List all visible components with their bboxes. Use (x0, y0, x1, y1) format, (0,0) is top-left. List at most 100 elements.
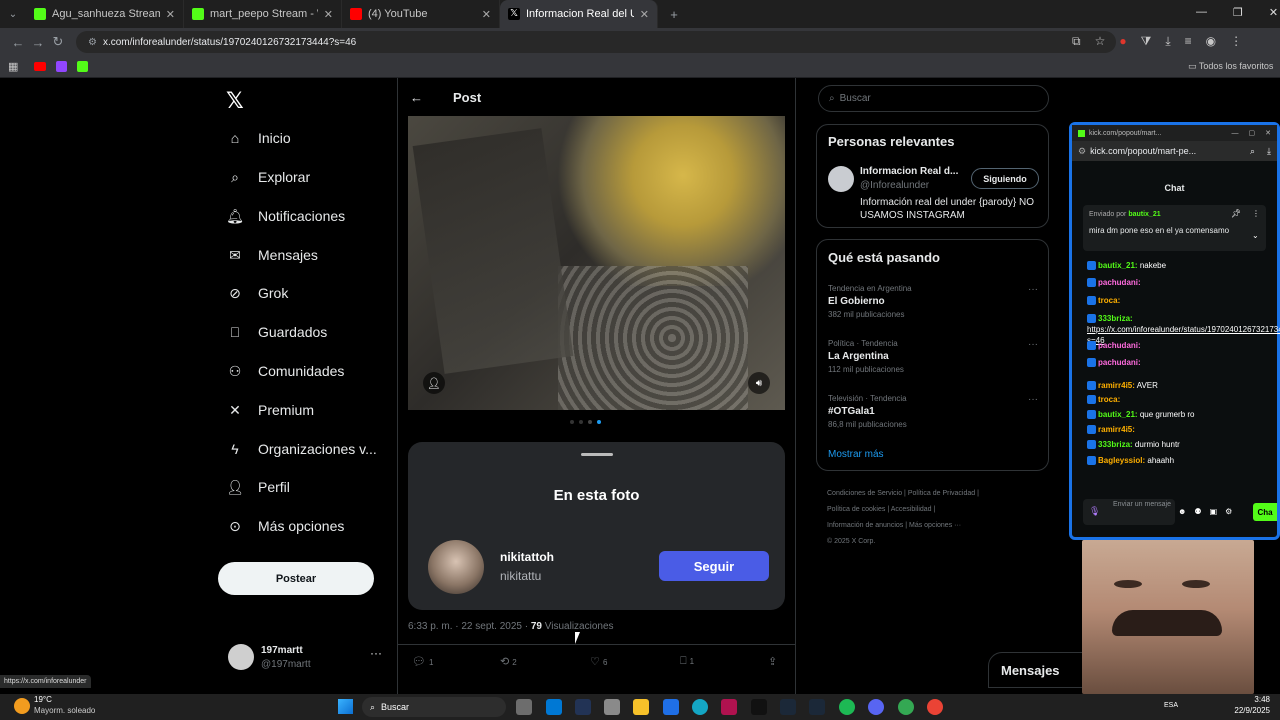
tagged-user-avatar[interactable] (428, 540, 484, 594)
footer-link[interactable]: Más opciones ··· (909, 522, 961, 529)
profile-icon[interactable]: ◉ (1206, 34, 1216, 49)
language-indicator[interactable]: ESA (1164, 702, 1178, 709)
emote-icon[interactable]: 🎙︎ (1089, 507, 1100, 516)
chat-username[interactable]: pachudani: (1098, 358, 1141, 367)
steam-icon[interactable] (780, 699, 796, 715)
taskbar-search[interactable]: ⌕ Buscar (362, 697, 506, 717)
discord-icon[interactable] (868, 699, 884, 715)
trend-item[interactable]: Tendencia en Argentina El Gobierno 382 m… (828, 284, 1038, 319)
minimize-icon[interactable]: — (1196, 6, 1207, 19)
close-tab-icon[interactable]: ✕ (482, 8, 491, 21)
nav-item-perfil[interactable]: 👤︎ Perfil (226, 478, 290, 496)
share-icon[interactable]: ⇪ (768, 655, 777, 668)
more-horizontal-icon[interactable]: ··· (370, 646, 382, 660)
chat-username[interactable]: troca: (1098, 296, 1120, 305)
show-more-link[interactable]: Mostrar más (828, 449, 884, 460)
browser-tab-4[interactable]: 𝕏 Informacion Real del Under en ✕ (500, 0, 658, 28)
steam-icon[interactable] (809, 699, 825, 715)
close-window-icon[interactable]: ✕ (1269, 6, 1278, 19)
nav-item-comunidades[interactable]: ⚇ Comunidades (226, 362, 345, 380)
emoji-icon[interactable]: ☻ (1178, 507, 1186, 516)
post-button[interactable]: Postear (218, 562, 374, 595)
twitch-bookmark-icon[interactable] (56, 61, 68, 72)
nav-item-mas-opciones[interactable]: ⊙ Más opciones (226, 517, 344, 535)
reply-button[interactable]: 💬︎ 1 (412, 655, 433, 668)
more-icon[interactable]: ··· (1028, 284, 1038, 295)
nav-item-mensajes[interactable]: ✉ Mensajes (226, 246, 318, 264)
nav-item-grok[interactable]: ⊘ Grok (226, 284, 288, 302)
browser-tab-2[interactable]: mart_peepo Stream - Watch Li ✕ (184, 0, 342, 28)
url-field[interactable]: ⚙ x.com/inforealunder/status/19702401267… (76, 31, 1116, 53)
outlook-icon[interactable] (546, 699, 562, 715)
chat-username[interactable]: troca: (1098, 395, 1120, 404)
users-icon[interactable]: ⚉ (1194, 507, 1201, 516)
chat-send-button[interactable]: Cha (1253, 503, 1277, 521)
close-tab-icon[interactable]: ✕ (324, 8, 333, 21)
download-icon[interactable]: ⤓ (1165, 34, 1170, 49)
download-icon[interactable]: ⤓ (1267, 146, 1271, 157)
settings-icon[interactable]: ⚙ (1225, 507, 1232, 516)
post-photo[interactable]: 👤︎ 🔊︎ (408, 116, 785, 410)
extensions-icon[interactable]: ⧩ (1141, 34, 1152, 49)
follow-button[interactable]: Seguir (659, 551, 769, 581)
maximize-icon[interactable]: ▢ (1249, 129, 1256, 137)
chat-username[interactable]: pachudani: (1098, 278, 1141, 287)
weather-temp[interactable]: 19°C (34, 695, 52, 704)
close-icon[interactable]: ✕ (1265, 129, 1271, 137)
chat-username[interactable]: pachudani: (1098, 341, 1141, 350)
search-box[interactable]: ⌕ Buscar (818, 85, 1049, 112)
chat-username[interactable]: bautix_21: (1098, 261, 1138, 270)
file-explorer-icon[interactable] (633, 699, 649, 715)
nav-item-premium[interactable]: ✕ Premium (226, 401, 314, 419)
more-icon[interactable]: ··· (1028, 339, 1038, 350)
forward-icon[interactable]: → (28, 35, 48, 50)
edge-icon[interactable] (692, 699, 708, 715)
minimize-icon[interactable]: — (1232, 130, 1239, 137)
chevron-down-icon[interactable]: ⌄ (1252, 231, 1259, 240)
tagged-user-name[interactable]: nikitattoh (500, 550, 554, 564)
chrome-icon[interactable] (898, 699, 914, 715)
new-tab-icon[interactable]: + (664, 7, 684, 22)
footer-link[interactable]: Política de cookies (827, 506, 885, 513)
youtube-bookmark-icon[interactable] (34, 62, 47, 71)
media-icon[interactable]: ≡ (1185, 34, 1192, 49)
more-icon[interactable]: ··· (1028, 394, 1038, 405)
chat-username[interactable]: 333briza: (1098, 440, 1133, 449)
tab-search-icon[interactable]: ⌄ (0, 9, 26, 20)
chat-username[interactable]: 333briza: (1098, 314, 1133, 323)
app-icon[interactable] (927, 699, 943, 715)
task-view-icon[interactable] (516, 699, 532, 715)
close-tab-icon[interactable]: ✕ (640, 8, 649, 21)
install-icon[interactable]: ⧉ (1072, 34, 1081, 49)
nav-item-organizaciones[interactable]: ϟ Organizaciones v... (226, 440, 377, 458)
spotify-icon[interactable] (839, 699, 855, 715)
x-logo-icon[interactable]: 𝕏 (226, 88, 244, 114)
repost-button[interactable]: ⟲ 2 (500, 655, 517, 668)
footer-link[interactable]: Información de anuncios (827, 522, 903, 529)
account-switcher[interactable]: 197martt @197martt ··· (228, 640, 388, 680)
all-bookmarks[interactable]: ▭ Todos los favoritos (1188, 61, 1273, 72)
like-button[interactable]: ♡ 6 (590, 655, 607, 668)
maximize-icon[interactable]: ❐ (1233, 6, 1243, 19)
vpn-icon[interactable] (575, 699, 591, 715)
clock-time[interactable]: 3:48 (1228, 695, 1270, 704)
volume-icon[interactable]: 🔊︎ (748, 372, 770, 394)
browser-tab-3[interactable]: (4) YouTube ✕ (342, 0, 500, 28)
back-icon[interactable]: ← (8, 35, 28, 50)
footer-link[interactable]: Accesibilidad (891, 506, 932, 513)
extension-record-icon[interactable]: ● (1119, 34, 1126, 49)
reload-icon[interactable]: ↻ (48, 34, 68, 50)
chat-username[interactable]: Bagleyssiol: (1098, 456, 1145, 465)
sheet-handle[interactable] (581, 453, 613, 456)
post-timestamp[interactable]: 6:33 p. m. · 22 sept. 2025 · (408, 621, 528, 632)
chat-username[interactable]: bautix_21: (1098, 410, 1138, 419)
more-vertical-icon[interactable]: ⋮ (1252, 209, 1260, 218)
browser-tab-1[interactable]: Agu_sanhueza Stream - Watch ✕ (26, 0, 184, 28)
nav-item-guardados[interactable]: ⎕ Guardados (226, 323, 327, 341)
relevant-avatar[interactable] (828, 166, 854, 192)
nav-item-explorar[interactable]: ⌕ Explorar (226, 168, 310, 186)
footer-link[interactable]: Condiciones de Servicio (827, 490, 902, 497)
kick-bookmark-icon[interactable] (77, 61, 89, 72)
gift-icon[interactable]: ▣ (1210, 507, 1218, 516)
chat-username[interactable]: ramirr4i5: (1098, 381, 1135, 390)
